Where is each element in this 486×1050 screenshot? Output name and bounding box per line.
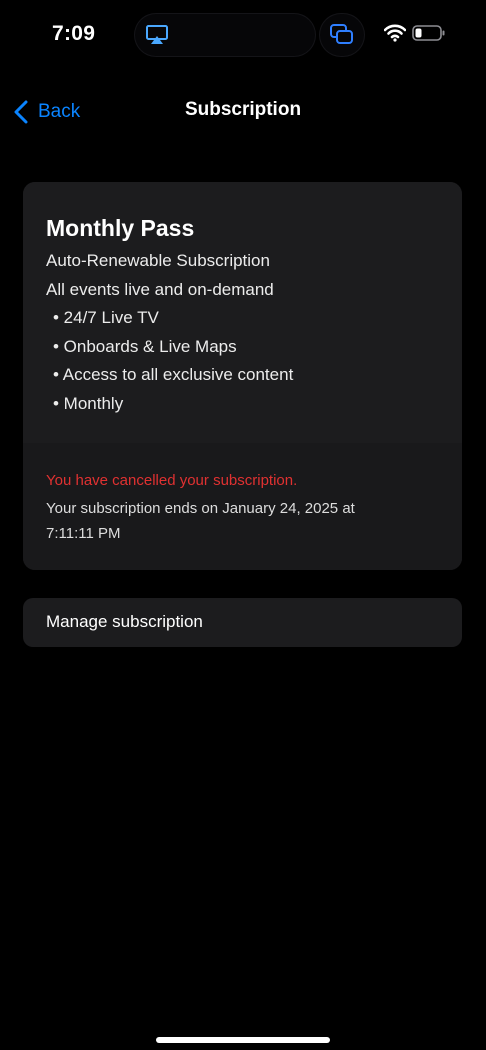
status-time: 7:09 — [52, 22, 96, 45]
page-title: Subscription — [184, 99, 302, 120]
subscription-card: Monthly Pass Auto-Renewable Subscription… — [23, 182, 462, 570]
manage-subscription-button[interactable]: Manage subscription — [23, 598, 462, 647]
subscription-end-date: Your subscription ends on January 24, 20… — [46, 500, 355, 542]
dynamic-island[interactable] — [135, 14, 315, 56]
subscription-status: You have cancelled your subscription. Yo… — [23, 443, 462, 570]
plan-feature: • 24/7 Live TV — [53, 308, 159, 327]
plan-feature: • Onboards & Live Maps — [53, 337, 237, 356]
plan-feature: • Access to all exclusive content — [53, 365, 294, 384]
wifi-icon — [384, 24, 406, 42]
plan-feature: • Monthly — [53, 394, 124, 413]
screen-mirroring-icon — [330, 24, 353, 44]
home-indicator[interactable] — [156, 1037, 330, 1043]
screen-mirroring-bubble[interactable] — [320, 14, 364, 56]
manage-subscription-label: Manage subscription — [46, 612, 203, 631]
status-bar: 7:09 — [0, 0, 486, 70]
plan-type: Auto-Renewable Subscription — [46, 251, 270, 270]
plan-description: All events live and on-demand — [46, 280, 274, 299]
plan-details: Monthly Pass Auto-Renewable Subscription… — [23, 182, 462, 443]
plan-title: Monthly Pass — [46, 215, 195, 241]
battery-icon — [412, 25, 445, 41]
airplay-icon — [146, 25, 168, 44]
navigation-bar: Back Subscription — [0, 86, 486, 136]
cancelled-message: You have cancelled your subscription. — [46, 472, 298, 489]
